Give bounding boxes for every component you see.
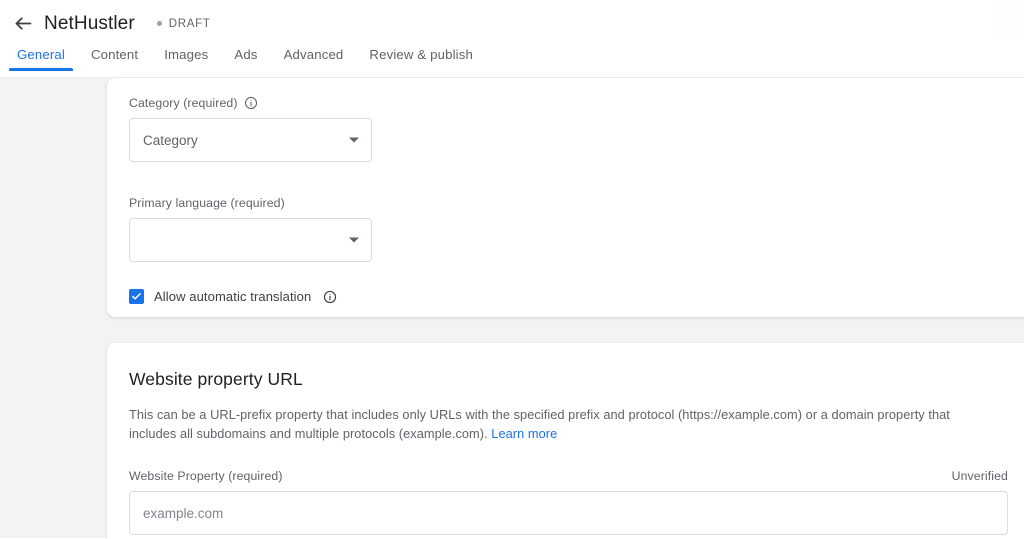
primary-language-select[interactable] <box>129 218 372 262</box>
website-property-url-card: Website property URL This can be a URL-p… <box>107 343 1024 538</box>
tab-images[interactable]: Images <box>151 47 221 71</box>
page-title: NetHustler <box>44 13 135 35</box>
info-icon[interactable] <box>323 290 337 304</box>
category-field: Category (required) Category <box>129 96 1015 162</box>
website-property-header: Website Property (required) Unverified <box>129 469 1008 483</box>
allow-translation-label: Allow automatic translation <box>154 289 311 304</box>
website-property-status: Unverified <box>952 469 1008 483</box>
tab-content[interactable]: Content <box>78 47 151 71</box>
app-header: NetHustler DRAFT <box>0 0 1024 47</box>
website-property-label: Website Property (required) <box>129 469 283 483</box>
allow-translation-row: Allow automatic translation <box>129 289 1015 304</box>
status-badge: DRAFT <box>157 18 211 30</box>
allow-translation-checkbox[interactable] <box>129 289 144 304</box>
info-icon[interactable] <box>244 96 258 110</box>
status-label: DRAFT <box>169 18 211 30</box>
category-select-value: Category <box>143 133 198 148</box>
category-select[interactable]: Category <box>129 118 372 162</box>
website-property-input[interactable]: example.com <box>129 491 1008 535</box>
chevron-down-icon <box>349 238 359 243</box>
section-description: This can be a URL-prefix property that i… <box>129 405 974 443</box>
learn-more-link[interactable]: Learn more <box>491 426 557 441</box>
status-dot-icon <box>157 21 162 26</box>
general-settings-card: Category (required) Category Primary lan… <box>107 78 1024 317</box>
primary-language-field: Primary language (required) <box>129 196 1015 262</box>
primary-language-label-row: Primary language (required) <box>129 196 1015 210</box>
arrow-left-icon[interactable] <box>10 11 36 37</box>
website-property-input-placeholder: example.com <box>143 506 223 521</box>
tab-review-publish[interactable]: Review & publish <box>356 47 486 71</box>
section-title: Website property URL <box>129 369 1015 390</box>
tab-advanced[interactable]: Advanced <box>271 47 357 71</box>
tabbar: General Content Images Ads Advanced Revi… <box>0 47 1024 78</box>
checkmark-icon <box>131 291 142 302</box>
category-label: Category (required) <box>129 96 238 110</box>
tab-ads[interactable]: Ads <box>221 47 270 71</box>
header-corner-button[interactable] <box>994 2 1024 40</box>
primary-language-label: Primary language (required) <box>129 196 285 210</box>
field-spacer <box>129 162 1015 186</box>
chevron-down-icon <box>349 138 359 143</box>
page-body: Category (required) Category Primary lan… <box>0 78 1024 538</box>
tab-general[interactable]: General <box>4 47 78 71</box>
category-label-row: Category (required) <box>129 96 1015 110</box>
